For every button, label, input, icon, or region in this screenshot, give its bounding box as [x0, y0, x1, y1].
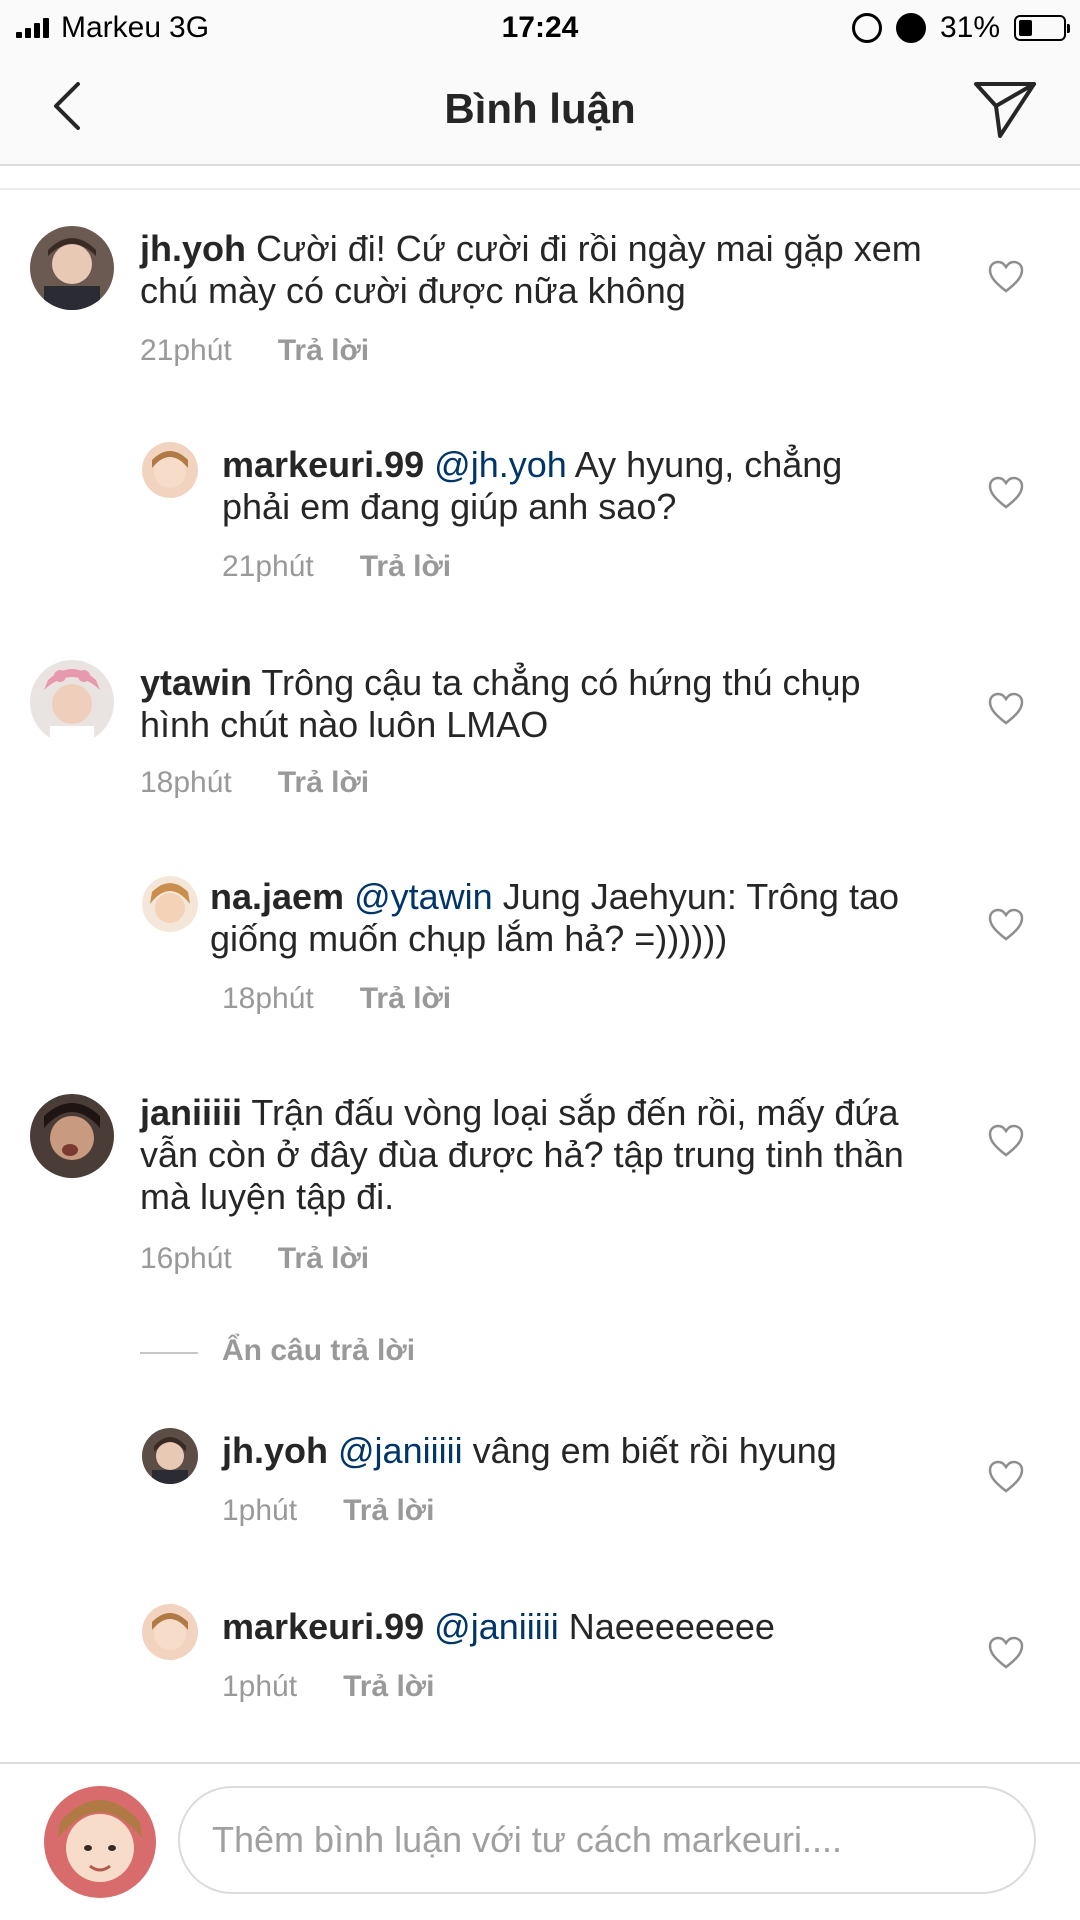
- reply-button[interactable]: Trả lời: [360, 550, 451, 584]
- comment-text: markeuri.99 @jh.yoh Ay hyung, chẳng phải…: [222, 444, 902, 528]
- avatar[interactable]: [142, 876, 198, 932]
- comment-mention[interactable]: @ytawin: [354, 876, 493, 917]
- comment-time: 16phút: [140, 1242, 232, 1275]
- comment-text: ytawin Trông cậu ta chẳng có hứng thú ch…: [140, 662, 940, 746]
- heart-icon[interactable]: [988, 476, 1024, 510]
- avatar[interactable]: [142, 442, 198, 498]
- comment-meta: 18phút Trả lời: [140, 766, 369, 800]
- comment-username[interactable]: janiiiii: [140, 1092, 242, 1133]
- comment-time: 21phút: [222, 550, 314, 583]
- heart-icon[interactable]: [988, 1636, 1024, 1670]
- avatar[interactable]: [142, 1428, 198, 1484]
- comment-time: 1phút: [222, 1494, 298, 1527]
- avatar[interactable]: [142, 1604, 198, 1660]
- comment-mention[interactable]: @janiiiii: [434, 1606, 559, 1647]
- heart-icon[interactable]: [988, 1460, 1024, 1494]
- avatar[interactable]: [30, 660, 114, 744]
- comment-body: Cười đi! Cứ cười đi rồi ngày mai gặp xem…: [140, 228, 922, 311]
- page-title: Bình luận: [444, 85, 636, 132]
- comment-text: markeuri.99 @janiiiii Naeeeeeeee: [222, 1606, 922, 1648]
- comment-meta: 16phút Trả lời: [140, 1242, 369, 1276]
- comment-text: janiiiii Trận đấu vòng loại sắp đến rồi,…: [140, 1092, 940, 1218]
- comment-time: 18phút: [222, 982, 314, 1015]
- status-bar: Markeu 3G 17:24 31%: [0, 0, 1080, 54]
- reply-button[interactable]: Trả lời: [343, 1494, 434, 1528]
- reply-button[interactable]: Trả lời: [278, 334, 369, 368]
- comment-mention[interactable]: @jh.yoh: [434, 444, 567, 485]
- comment-username[interactable]: jh.yoh: [222, 1430, 328, 1471]
- comment-meta: 1phút Trả lời: [222, 1494, 434, 1528]
- comment-username[interactable]: jh.yoh: [140, 228, 246, 269]
- avatar[interactable]: [30, 1094, 114, 1178]
- heart-icon[interactable]: [988, 908, 1024, 942]
- heart-icon[interactable]: [988, 692, 1024, 726]
- comment-mention[interactable]: @janiiiii: [338, 1430, 463, 1471]
- comment-meta: 21phút Trả lời: [222, 550, 451, 584]
- heart-icon[interactable]: [988, 260, 1024, 294]
- comment-text: jh.yoh Cười đi! Cứ cười đi rồi ngày mai …: [140, 228, 940, 312]
- paper-plane-icon[interactable]: [970, 76, 1040, 140]
- battery-level: [1019, 20, 1033, 36]
- hide-replies-button[interactable]: Ẩn câu trả lời: [222, 1334, 415, 1368]
- reply-button[interactable]: Trả lời: [360, 982, 451, 1016]
- comment-body: Trận đấu vòng loại sắp đến rồi, mấy đứa …: [140, 1092, 904, 1217]
- battery-icon: [1014, 15, 1070, 41]
- reply-button[interactable]: Trả lời: [278, 766, 369, 800]
- comment-username[interactable]: ytawin: [140, 662, 252, 703]
- hide-replies-divider: [140, 1352, 198, 1354]
- header: Bình luận: [0, 54, 1080, 166]
- reply-button[interactable]: Trả lời: [343, 1670, 434, 1704]
- comment-body: vâng em biết rồi hyung: [472, 1430, 837, 1471]
- comment-composer: [0, 1762, 1080, 1920]
- comment-username[interactable]: markeuri.99: [222, 1606, 424, 1647]
- avatar: [44, 1786, 156, 1898]
- status-right: 31%: [851, 8, 1070, 48]
- comment-time: 21phút: [140, 334, 232, 367]
- battery-percent: 31%: [939, 11, 1000, 44]
- comment-body: Naeeeeeeee: [568, 1606, 775, 1647]
- heart-icon[interactable]: [988, 1124, 1024, 1158]
- alarm-icon: [895, 13, 926, 43]
- comment-input[interactable]: [180, 1788, 1034, 1892]
- comment-meta: 1phút Trả lời: [222, 1670, 434, 1704]
- comment-meta: 18phút Trả lời: [222, 982, 451, 1016]
- comment-text: jh.yoh @janiiiii vâng em biết rồi hyung: [222, 1430, 922, 1472]
- reply-button[interactable]: Trả lời: [278, 1242, 369, 1276]
- comment-meta: 21phút Trả lời: [140, 334, 369, 368]
- comment-username[interactable]: markeuri.99: [222, 444, 424, 485]
- comment-text: na.jaem @ytawin Jung Jaehyun: Trông tao …: [210, 876, 910, 960]
- avatar[interactable]: [30, 226, 114, 310]
- rotation-lock-icon: [851, 13, 882, 43]
- header-divider: [0, 166, 1080, 190]
- comment-time: 1phút: [222, 1670, 298, 1703]
- comment-time: 18phút: [140, 766, 232, 799]
- comment-input-box[interactable]: [178, 1786, 1036, 1894]
- comment-username[interactable]: na.jaem: [210, 876, 344, 917]
